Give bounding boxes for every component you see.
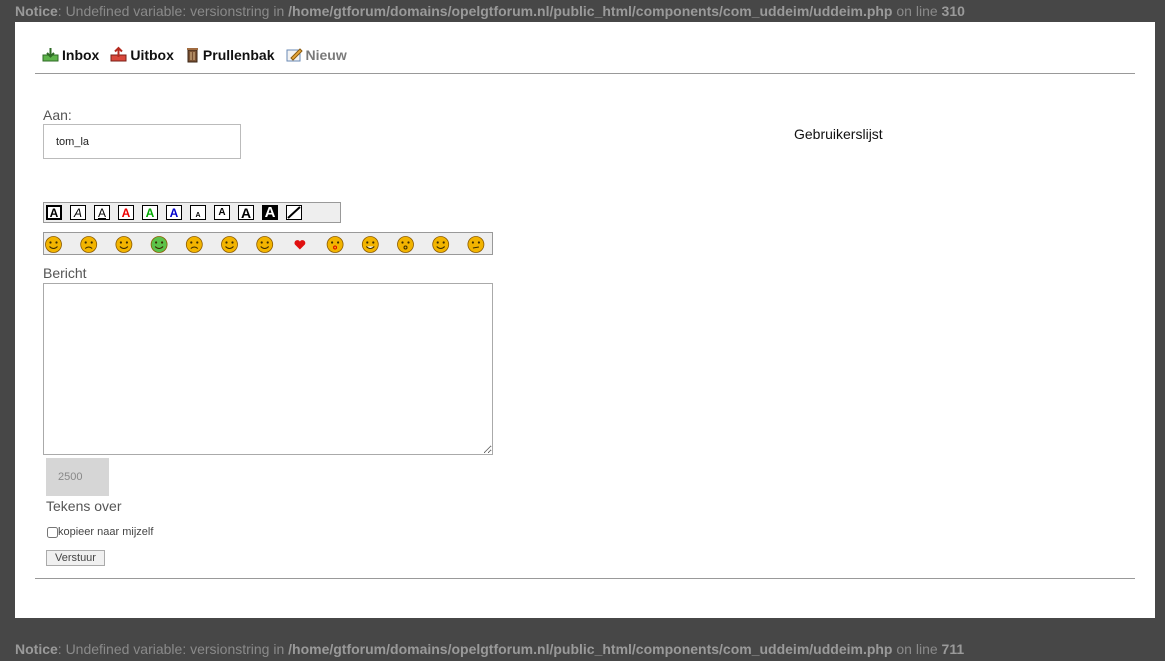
- underline-button[interactable]: A: [94, 205, 110, 220]
- tongue-smiley-icon[interactable]: [115, 236, 133, 253]
- trash-icon: [186, 48, 198, 63]
- normal-text-button[interactable]: A: [214, 205, 230, 220]
- angry-smiley-icon[interactable]: [185, 236, 203, 253]
- nav-outbox[interactable]: Uitbox: [110, 46, 174, 63]
- copy-to-self[interactable]: kopieer naar mijzelf: [47, 526, 153, 538]
- smiley-toolbar: [43, 232, 493, 255]
- notice-path: /home/gtforum/domains/opelgtforum.nl/pub…: [288, 641, 893, 657]
- wink-smiley-icon[interactable]: [432, 236, 450, 253]
- recipient-label: Aan:: [43, 107, 72, 123]
- blue-text-button[interactable]: A: [166, 205, 182, 220]
- nav-trash-label: Prullenbak: [202, 46, 275, 63]
- nav-outbox-label: Uitbox: [130, 46, 174, 63]
- mailbox-nav: Inbox Uitbox Prullenbak Nieuw: [42, 46, 358, 63]
- extra-large-text-button[interactable]: A: [262, 204, 278, 221]
- recipient-input[interactable]: [43, 124, 241, 159]
- clear-format-icon: [287, 206, 301, 219]
- large-text-button[interactable]: A: [238, 205, 254, 221]
- message-label: Bericht: [43, 265, 87, 281]
- nav-new-label: Nieuw: [305, 46, 347, 63]
- notice-online: on line: [892, 641, 942, 657]
- outbox-icon: [110, 46, 127, 62]
- chars-left-label: Tekens over: [46, 498, 122, 514]
- surprised-smiley-icon[interactable]: [397, 236, 414, 253]
- notice-message: : Undefined variable: versionstring in: [57, 3, 289, 19]
- nav-inbox-label: Inbox: [62, 46, 100, 63]
- sad-smiley-icon[interactable]: [80, 236, 98, 253]
- notice-message: : Undefined variable: versionstring in: [57, 641, 289, 657]
- smiley-row: [45, 236, 485, 253]
- send-button[interactable]: Verstuur: [46, 550, 105, 566]
- cool-smiley-icon[interactable]: [256, 236, 274, 253]
- nav-trash[interactable]: Prullenbak: [185, 46, 275, 63]
- top-divider: [35, 73, 1135, 74]
- notice-bottom: Notice: Undefined variable: versionstrin…: [15, 641, 964, 657]
- chars-left-counter: [46, 458, 109, 496]
- kiss-smiley-icon[interactable]: [326, 236, 344, 253]
- nav-new[interactable]: Nieuw: [286, 46, 347, 63]
- copy-to-self-label: kopieer naar mijzelf: [58, 526, 154, 538]
- bottom-divider: [35, 578, 1135, 579]
- green-text-button[interactable]: A: [142, 205, 158, 220]
- nav-inbox[interactable]: Inbox: [42, 46, 99, 63]
- compose-icon: [286, 48, 303, 62]
- notice-top: Notice: Undefined variable: versionstrin…: [15, 3, 965, 19]
- copy-to-self-checkbox[interactable]: [47, 526, 58, 538]
- smile-smiley-icon[interactable]: [45, 236, 62, 253]
- notice-line: 310: [941, 3, 965, 19]
- format-toolbar: A A A A A A A A A A: [43, 202, 341, 223]
- confused-smiley-icon[interactable]: [467, 236, 485, 253]
- grin-smiley-icon[interactable]: [361, 236, 379, 253]
- message-panel: Inbox Uitbox Prullenbak Nieuw Aan: Gebru…: [15, 22, 1155, 618]
- message-textarea[interactable]: [43, 283, 493, 455]
- heart-smiley-icon[interactable]: [294, 240, 306, 250]
- bold-button[interactable]: A: [46, 205, 62, 220]
- userlist-link[interactable]: Gebruikerslijst: [794, 126, 883, 142]
- inbox-icon: [42, 48, 59, 62]
- sick-smiley-icon[interactable]: [150, 236, 168, 253]
- notice-path: /home/gtforum/domains/opelgtforum.nl/pub…: [288, 3, 893, 19]
- notice-prefix: Notice: [15, 3, 58, 19]
- blush-smiley-icon[interactable]: [221, 236, 238, 253]
- small-text-button[interactable]: A: [190, 205, 206, 220]
- notice-online: on line: [892, 3, 942, 19]
- italic-button[interactable]: A: [70, 205, 86, 220]
- clear-format-button[interactable]: [286, 205, 302, 220]
- notice-prefix: Notice: [15, 641, 58, 657]
- red-text-button[interactable]: A: [118, 205, 134, 220]
- notice-line: 711: [941, 641, 965, 657]
